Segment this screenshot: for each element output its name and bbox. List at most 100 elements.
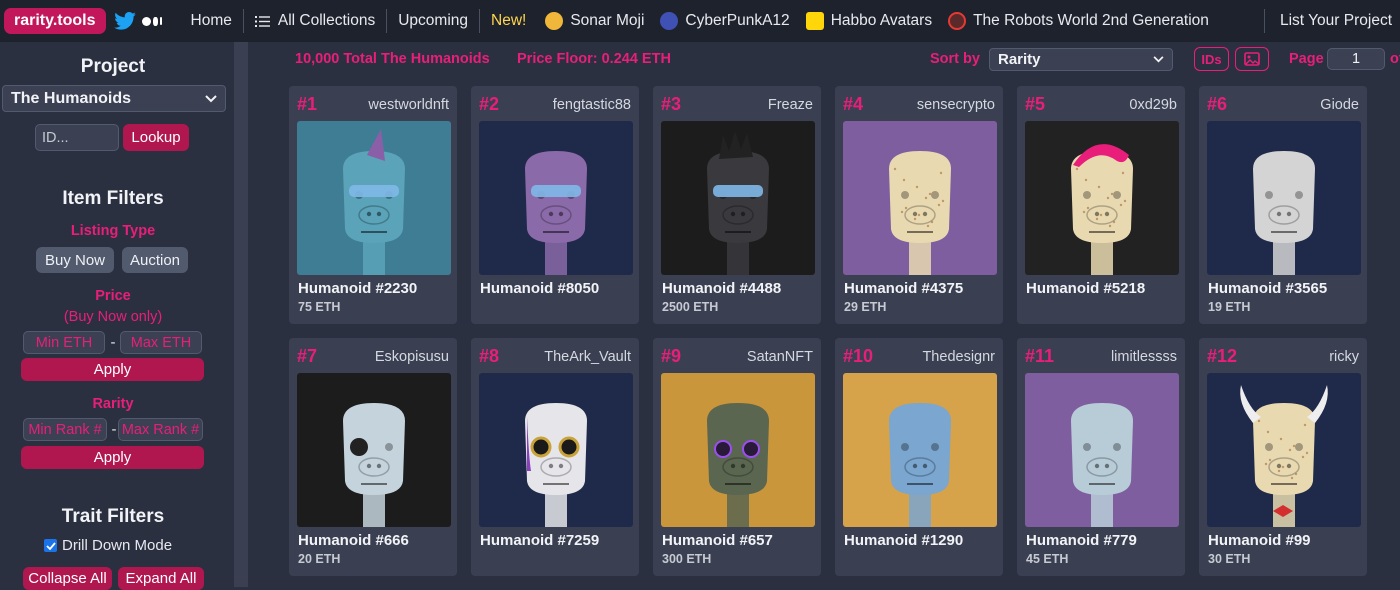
price-label: Price (95, 288, 131, 304)
card-owner[interactable]: 0xd29b (1129, 97, 1177, 113)
card-image[interactable] (1025, 121, 1179, 275)
nav-all-collections-label: All Collections (277, 12, 376, 29)
id-input[interactable]: ID... (35, 124, 119, 151)
price-floor: Price Floor: 0.244 ETH (517, 51, 671, 67)
nav-project-label: Sonar Moji (570, 12, 645, 29)
page-of-label: of (1390, 51, 1400, 67)
card-owner[interactable]: Eskopisusu (375, 349, 449, 365)
card-name[interactable]: Humanoid #4375 (844, 280, 963, 297)
card-name[interactable]: Humanoid #2230 (298, 280, 417, 297)
card-name[interactable]: Humanoid #7259 (480, 532, 599, 549)
card-owner[interactable]: sensecrypto (917, 97, 995, 113)
card-owner[interactable]: limitlessss (1111, 349, 1177, 365)
image-toggle-button[interactable] (1235, 47, 1269, 71)
checkbox-checked-icon[interactable] (44, 539, 57, 552)
buy-now-button[interactable]: Buy Now (36, 247, 114, 273)
nav-project-habbo[interactable]: Habbo Avatars (798, 0, 940, 42)
card-name[interactable]: Humanoid #1290 (844, 532, 963, 549)
card-image[interactable] (297, 373, 451, 527)
card-rank: #2 (479, 94, 500, 114)
card-owner[interactable]: ricky (1329, 349, 1359, 365)
card-image[interactable] (1207, 373, 1361, 527)
card-name[interactable]: Humanoid #657 (662, 532, 773, 549)
lookup-button[interactable]: Lookup (123, 124, 189, 151)
card-rank: #6 (1207, 94, 1228, 114)
card-image[interactable] (1025, 373, 1179, 527)
item-card[interactable]: #9 SatanNFT Humanoid #657 300 ETH (653, 338, 821, 576)
nav-home[interactable]: Home (180, 0, 243, 42)
card-owner[interactable]: Thedesignr (922, 349, 995, 365)
item-card[interactable]: #2 fengtastic88 Humanoid #8050 (471, 86, 639, 324)
project-heading: Project (80, 56, 146, 77)
card-name[interactable]: Humanoid #3565 (1208, 280, 1327, 297)
main-content: 10,000 Total The Humanoids Price Floor: … (248, 42, 1400, 587)
listing-type-label: Listing Type (70, 223, 156, 239)
min-eth-input[interactable]: Min ETH (23, 331, 105, 354)
auction-button[interactable]: Auction (122, 247, 188, 273)
card-owner[interactable]: westworldnft (368, 97, 449, 113)
card-rank: #12 (1207, 346, 1238, 366)
card-image[interactable] (479, 373, 633, 527)
card-image[interactable] (479, 121, 633, 275)
new-badge: New! (491, 12, 527, 29)
image-icon (1244, 52, 1260, 66)
item-card[interactable]: #1 westworldnft Humanoid #2230 75 ETH (289, 86, 457, 324)
card-image[interactable] (843, 373, 997, 527)
medium-icon[interactable] (141, 16, 162, 26)
card-price: 75 ETH (298, 300, 341, 314)
card-rank: #8 (479, 346, 500, 366)
item-card[interactable]: #12 ricky Humanoid #99 30 ETH (1199, 338, 1367, 576)
card-name[interactable]: Humanoid #99 (1208, 532, 1311, 549)
card-rank: #9 (661, 346, 682, 366)
card-name[interactable]: Humanoid #5218 (1026, 280, 1145, 297)
max-eth-input[interactable]: Max ETH (120, 331, 202, 354)
card-owner[interactable]: Freaze (768, 97, 813, 113)
nav-project-cyberpunk[interactable]: CyberPunkA12 (652, 0, 797, 42)
project-select[interactable]: The Humanoids (2, 85, 226, 112)
sort-select[interactable]: Rarity (989, 48, 1173, 71)
card-name[interactable]: Humanoid #4488 (662, 280, 781, 297)
list-icon (254, 15, 270, 27)
card-image[interactable] (661, 121, 815, 275)
range-dash: - (110, 334, 116, 351)
card-name[interactable]: Humanoid #8050 (480, 280, 599, 297)
min-rank-input[interactable]: Min Rank # (23, 418, 107, 441)
social-links (113, 12, 162, 30)
nav-project-robots-world[interactable]: The Robots World 2nd Generation (940, 0, 1217, 42)
max-rank-input[interactable]: Max Rank # (118, 418, 203, 441)
twitter-icon[interactable] (113, 12, 136, 30)
item-card[interactable]: #4 sensecrypto Humanoid #4375 29 ETH (835, 86, 1003, 324)
item-card[interactable]: #6 Giode Humanoid #3565 19 ETH (1199, 86, 1367, 324)
nav-list-your-project[interactable]: List Your Project (1265, 0, 1400, 42)
card-owner[interactable]: fengtastic88 (553, 97, 631, 113)
card-owner[interactable]: TheArk_Vault (544, 349, 631, 365)
nav-all-collections[interactable]: All Collections (244, 0, 386, 42)
trait-filters-heading: Trait Filters (61, 506, 165, 527)
ids-toggle-button[interactable]: IDs (1194, 47, 1229, 71)
item-card[interactable]: #3 Freaze Humanoid #4488 2500 ETH (653, 86, 821, 324)
drill-down-toggle[interactable]: Drill Down Mode (44, 537, 172, 554)
card-image[interactable] (843, 121, 997, 275)
total-count: 10,000 Total The Humanoids (295, 51, 490, 67)
card-owner[interactable]: SatanNFT (747, 349, 813, 365)
item-card[interactable]: #7 Eskopisusu Humanoid #666 20 ETH (289, 338, 457, 576)
card-image[interactable] (661, 373, 815, 527)
nav-project-sonar-moji[interactable]: Sonar Moji (537, 0, 652, 42)
card-owner[interactable]: Giode (1320, 97, 1359, 113)
item-card[interactable]: #5 0xd29b Humanoid #5218 (1017, 86, 1185, 324)
nav-upcoming[interactable]: Upcoming (387, 0, 479, 42)
apply-price-button[interactable]: Apply (21, 358, 204, 381)
card-name[interactable]: Humanoid #779 (1026, 532, 1137, 549)
item-card[interactable]: #10 Thedesignr Humanoid #1290 (835, 338, 1003, 576)
item-card[interactable]: #8 TheArk_Vault Humanoid #7259 (471, 338, 639, 576)
card-image[interactable] (1207, 121, 1361, 275)
item-card[interactable]: #11 limitlessss Humanoid #779 45 ETH (1017, 338, 1185, 576)
nav-project-label: Habbo Avatars (830, 12, 933, 29)
card-name[interactable]: Humanoid #666 (298, 532, 409, 549)
apply-rarity-button[interactable]: Apply (21, 446, 204, 469)
page-label: Page (1289, 51, 1324, 67)
page-input[interactable]: 1 (1327, 48, 1385, 70)
drill-down-label: Drill Down Mode (62, 537, 173, 554)
brand-logo[interactable]: rarity.tools (4, 8, 106, 34)
card-image[interactable] (297, 121, 451, 275)
